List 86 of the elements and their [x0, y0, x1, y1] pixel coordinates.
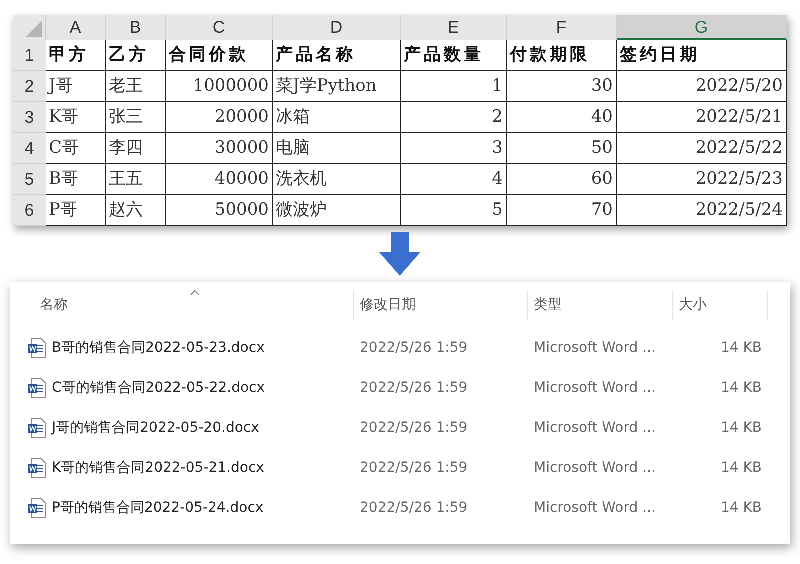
table-cell: 5: [401, 195, 507, 226]
table-cell: 70: [507, 195, 617, 226]
table-cell: 李四: [106, 133, 166, 164]
table-cell: 60: [507, 164, 617, 195]
table-cell: 签约日期: [617, 40, 787, 71]
modified-date: 2022/5/26 1:59: [359, 420, 469, 436]
table-cell: 2022/5/20: [617, 71, 787, 102]
row-header[interactable]: 3: [13, 102, 46, 133]
table-cell: 30: [507, 71, 617, 102]
table-cell: 2022/5/24: [617, 195, 787, 226]
column-header[interactable]: B: [106, 15, 166, 40]
word-document-icon: [28, 498, 46, 518]
modified-date: 2022/5/26 1:59: [359, 500, 469, 516]
table-cell: 2: [401, 102, 507, 133]
table-cell: 产品数量: [401, 40, 507, 71]
row-header[interactable]: 4: [13, 133, 46, 164]
table-cell: 产品名称: [273, 40, 401, 71]
modified-date: 2022/5/26 1:59: [359, 340, 469, 356]
word-document-icon: [28, 458, 46, 478]
table-cell: 赵六: [106, 195, 166, 226]
table-cell: 4: [401, 164, 507, 195]
table-cell: 老王: [106, 71, 166, 102]
table-cell: 2022/5/22: [617, 133, 787, 164]
table-cell: 2022/5/21: [617, 102, 787, 133]
row-header[interactable]: 6: [13, 195, 46, 226]
file-name[interactable]: B哥的销售合同2022-05-23.docx: [52, 339, 265, 357]
table-cell: 冰箱: [273, 102, 401, 133]
row-header[interactable]: 1: [13, 40, 46, 71]
table-cell: 洗衣机: [273, 164, 401, 195]
table-cell: 2022/5/23: [617, 164, 787, 195]
table-cell: J哥: [46, 71, 106, 102]
file-type: Microsoft Word ...: [533, 420, 657, 436]
table-cell: 3: [401, 133, 507, 164]
table-cell: 1: [401, 71, 507, 102]
word-document-icon: [28, 338, 46, 358]
table-cell: 电脑: [273, 133, 401, 164]
row-header[interactable]: 5: [13, 164, 46, 195]
row-header[interactable]: 2: [13, 71, 46, 102]
table-cell: 40000: [166, 164, 273, 195]
file-size: 14 KB: [720, 500, 763, 516]
file-type: Microsoft Word ...: [533, 460, 657, 476]
file-type: Microsoft Word ...: [533, 500, 657, 516]
table-cell: B哥: [46, 164, 106, 195]
column-header[interactable]: G: [617, 15, 787, 40]
table-cell: P哥: [46, 195, 106, 226]
table-cell: K哥: [46, 102, 106, 133]
file-size: 14 KB: [720, 460, 763, 476]
sort-caret-icon: [190, 290, 200, 296]
file-name[interactable]: C哥的销售合同2022-05-22.docx: [52, 379, 266, 397]
file-name[interactable]: J哥的销售合同2022-05-20.docx: [52, 419, 260, 437]
file-name[interactable]: K哥的销售合同2022-05-21.docx: [52, 459, 264, 477]
table-cell: 王五: [106, 164, 166, 195]
file-size: 14 KB: [720, 340, 763, 356]
table-cell: 甲方: [46, 40, 106, 71]
down-arrow-icon: [378, 232, 422, 276]
table-cell: C哥: [46, 133, 106, 164]
column-header[interactable]: D: [273, 15, 401, 40]
table-cell: 50000: [166, 195, 273, 226]
table-cell: 40: [507, 102, 617, 133]
file-type: Microsoft Word ...: [533, 380, 657, 396]
column-header[interactable]: 大小: [672, 290, 768, 320]
table-cell: 50: [507, 133, 617, 164]
table-cell: 微波炉: [273, 195, 401, 226]
modified-date: 2022/5/26 1:59: [359, 460, 469, 476]
modified-date: 2022/5/26 1:59: [359, 380, 469, 396]
corner-triangle-icon: [26, 21, 42, 37]
table-cell: 乙方: [106, 40, 166, 71]
word-document-icon: [28, 418, 46, 438]
column-header[interactable]: E: [401, 15, 507, 40]
table-cell: 20000: [166, 102, 273, 133]
column-header[interactable]: 修改日期: [353, 290, 527, 320]
table-cell: 菜J学Python: [273, 71, 401, 102]
table-cell: 付款期限: [507, 40, 617, 71]
file-name[interactable]: P哥的销售合同2022-05-24.docx: [52, 499, 264, 517]
file-type: Microsoft Word ...: [533, 340, 657, 356]
table-cell: 30000: [166, 133, 273, 164]
table-cell: 合同价款: [166, 40, 273, 71]
word-document-icon: [28, 378, 46, 398]
column-header[interactable]: 名称: [10, 290, 353, 320]
column-header[interactable]: 类型: [527, 290, 672, 320]
column-header[interactable]: A: [46, 15, 106, 40]
column-header[interactable]: C: [166, 15, 273, 40]
table-cell: 1000000: [166, 71, 273, 102]
file-size: 14 KB: [720, 420, 763, 436]
table-cell: 张三: [106, 102, 166, 133]
file-size: 14 KB: [720, 380, 763, 396]
